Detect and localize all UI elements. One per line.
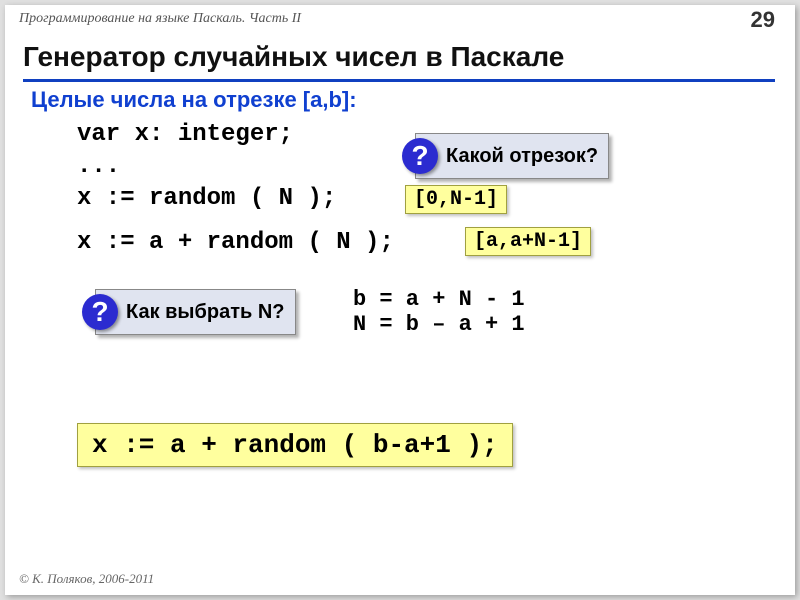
course-label: Программирование на языке Паскаль. Часть…: [19, 11, 301, 26]
page-number: 29: [751, 7, 775, 33]
page-title: Генератор случайных чисел в Паскале: [23, 41, 775, 73]
header-bar: Программирование на языке Паскаль. Часть…: [5, 5, 795, 41]
title-underline: [23, 79, 775, 82]
final-formula: x := a + random ( b-a+1 );: [77, 423, 513, 467]
range-box-1: [0,N-1]: [405, 185, 507, 214]
copyright: © К. Поляков, 2006-2011: [19, 571, 154, 587]
code-line-2: ...: [77, 153, 120, 180]
callout-which-segment: ? Какой отрезок?: [415, 133, 609, 179]
slide: Программирование на языке Паскаль. Часть…: [5, 5, 795, 595]
equations: b = a + N - 1 N = b – a + 1: [353, 287, 525, 337]
callout-choose-n: ? Как выбрать N?: [95, 289, 296, 335]
range-box-2: [a,a+N-1]: [465, 227, 591, 256]
code-line-3: x := random ( N );: [77, 185, 336, 212]
callout-text: Как выбрать N?: [126, 301, 285, 324]
question-mark-icon: ?: [402, 138, 438, 174]
code-line-1: var x: integer;: [77, 121, 293, 148]
callout-text: Какой отрезок?: [446, 145, 598, 168]
code-line-4: x := a + random ( N );: [77, 229, 394, 256]
subtitle: Целые числа на отрезке [a,b]:: [31, 87, 357, 113]
question-mark-icon: ?: [82, 294, 118, 330]
